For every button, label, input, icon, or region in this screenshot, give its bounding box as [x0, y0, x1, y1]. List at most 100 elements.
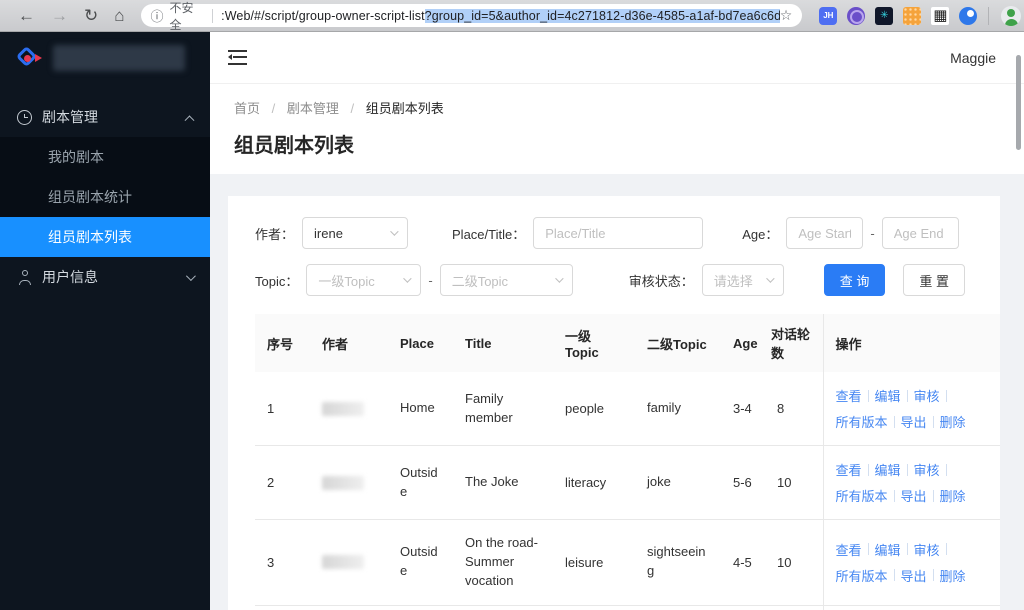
page-header: 首页 / 剧本管理 / 组员剧本列表 组员剧本列表	[210, 84, 1024, 174]
chevron-down-icon	[554, 274, 564, 283]
action-review[interactable]: 审核	[914, 460, 940, 479]
app-title-redacted	[53, 45, 185, 71]
author-label: 作者：	[255, 226, 295, 242]
chevron-down-icon	[403, 274, 413, 283]
home-icon[interactable]: ⌂	[114, 7, 124, 24]
breadcrumb-script-management[interactable]: 剧本管理	[287, 101, 339, 116]
col-actions: 操作	[822, 314, 1000, 372]
extension-jh-icon[interactable]: JH	[819, 6, 838, 25]
sidebar-item-script-management[interactable]: 剧本管理	[0, 97, 210, 137]
sidebar-item-my-scripts[interactable]: 我的剧本	[0, 137, 210, 177]
app-topbar: Maggie	[210, 32, 1024, 84]
author-redacted	[322, 555, 364, 570]
url-text[interactable]: :Web/#/script/group-owner-script-list?gr…	[221, 8, 780, 23]
action-all-versions[interactable]: 所有版本	[836, 566, 888, 585]
bookmark-star-icon[interactable]: ☆	[780, 7, 793, 24]
action-edit[interactable]: 编辑	[875, 540, 901, 559]
url-prefix: :Web/#/script/group-owner-script-list	[221, 8, 425, 23]
row-actions: 查看 编辑 审核 所有版本 导出 删除	[836, 460, 994, 505]
table-row: 3 Outside On the road-Summer vocation le…	[255, 519, 1000, 606]
topic-level1-placeholder: 一级Topic	[318, 273, 375, 289]
author-redacted	[322, 401, 364, 416]
topic-level1-select[interactable]: 一级Topic	[306, 264, 422, 296]
action-edit[interactable]: 编辑	[875, 386, 901, 405]
sidebar-menu: 剧本管理 我的剧本 组员剧本统计 组员剧本列表 用户信息	[0, 97, 210, 297]
col-topic2: 二级Topic	[635, 314, 721, 372]
info-icon[interactable]: ⓘ	[151, 6, 164, 25]
reset-button[interactable]: 重 置	[903, 264, 965, 296]
action-export[interactable]: 导出	[901, 486, 927, 505]
sidebar-item-user-info[interactable]: 用户信息	[0, 257, 210, 297]
extension-dark-icon[interactable]: ✳	[875, 6, 894, 25]
back-icon[interactable]: ←	[18, 7, 35, 24]
author-select[interactable]: irene	[302, 217, 409, 249]
breadcrumb: 首页 / 剧本管理 / 组员剧本列表	[234, 98, 1000, 117]
row-actions: 查看 编辑 审核 所有版本 导出 删除	[836, 540, 994, 585]
search-button[interactable]: 查 询	[823, 264, 886, 296]
extension-purple-icon[interactable]	[847, 6, 866, 25]
user-icon	[17, 269, 32, 285]
address-bar[interactable]: ⓘ 不安全 :Web/#/script/group-owner-script-l…	[140, 1, 803, 32]
cell-rounds: 10	[765, 445, 823, 520]
action-delete[interactable]: 删除	[940, 412, 966, 431]
topic-level2-select[interactable]: 二级Topic	[439, 264, 573, 296]
page-title: 组员剧本列表	[234, 135, 354, 157]
action-edit[interactable]: 编辑	[875, 460, 901, 479]
sidebar-item-member-script-stats[interactable]: 组员剧本统计	[0, 177, 210, 217]
cell-title: Family member	[453, 372, 553, 446]
page-content: 作者： irene Place/Title： Age： - Topic： 一级T…	[210, 174, 1024, 610]
cell-rounds: 8	[765, 372, 823, 446]
main-area: Maggie 首页 / 剧本管理 / 组员剧本列表 组员剧本列表 作者： ire…	[210, 32, 1024, 610]
cell-topic2: kitchenware	[635, 605, 721, 610]
extension-orange-icon[interactable]	[903, 6, 922, 25]
chevron-down-icon	[185, 270, 196, 281]
action-export[interactable]: 导出	[901, 566, 927, 585]
age-label: Age：	[742, 226, 779, 242]
action-delete[interactable]: 删除	[940, 486, 966, 505]
place-title-input[interactable]	[533, 217, 704, 249]
age-end-input[interactable]	[881, 217, 959, 249]
breadcrumb-home[interactable]: 首页	[234, 101, 260, 116]
row-actions: 查看 编辑 审核 所有版本 导出 删除	[836, 386, 994, 431]
age-range-dash: -	[870, 225, 875, 241]
submenu-label: 组员剧本统计	[48, 189, 132, 205]
action-review[interactable]: 审核	[914, 540, 940, 559]
extension-blue-icon[interactable]	[959, 6, 978, 25]
cell-age: 3-4	[721, 372, 765, 446]
action-all-versions[interactable]: 所有版本	[836, 412, 888, 431]
topic-label: Topic：	[255, 273, 299, 289]
forward-icon: →	[51, 6, 68, 25]
row-index: 4	[255, 605, 310, 610]
action-view[interactable]: 查看	[836, 386, 862, 405]
table-row: 2 Outside The Joke literacy joke 5-6 10 …	[255, 445, 1000, 520]
review-status-select[interactable]: 请选择	[701, 264, 784, 296]
address-divider	[212, 8, 214, 23]
action-view[interactable]: 查看	[836, 460, 862, 479]
col-author: 作者	[310, 314, 388, 372]
action-export[interactable]: 导出	[901, 412, 927, 431]
col-age: Age	[721, 314, 765, 372]
profile-avatar[interactable]	[1001, 5, 1022, 26]
page-scrollbar-thumb[interactable]	[1016, 55, 1021, 150]
action-all-versions[interactable]: 所有版本	[836, 486, 888, 505]
current-user[interactable]: Maggie	[950, 50, 996, 66]
cell-topic2: family	[635, 372, 721, 446]
browser-toolbar: ← → ↻ ⌂ ⓘ 不安全 :Web/#/script/group-owner-…	[0, 0, 1024, 32]
sidebar-item-member-script-list[interactable]: 组员剧本列表	[0, 217, 210, 257]
cell-title: On the road-Summer vocation	[453, 519, 553, 606]
cell-rounds: 10	[765, 519, 823, 606]
menu-label: 剧本管理	[42, 109, 98, 125]
menu-fold-icon[interactable]	[228, 50, 247, 65]
action-review[interactable]: 审核	[914, 386, 940, 405]
extension-qr-icon[interactable]: ▦	[931, 6, 950, 25]
age-start-input[interactable]	[786, 217, 864, 249]
col-index: 序号	[255, 314, 310, 372]
script-submenu: 我的剧本 组员剧本统计 组员剧本列表	[0, 137, 210, 257]
cell-age: 4-5	[721, 519, 765, 606]
cell-title: The Joke	[453, 445, 553, 520]
chevron-up-icon	[184, 114, 195, 125]
action-view[interactable]: 查看	[836, 540, 862, 559]
reload-icon[interactable]: ↻	[84, 7, 98, 24]
action-delete[interactable]: 删除	[940, 566, 966, 585]
cell-topic1: literacy	[553, 445, 635, 520]
